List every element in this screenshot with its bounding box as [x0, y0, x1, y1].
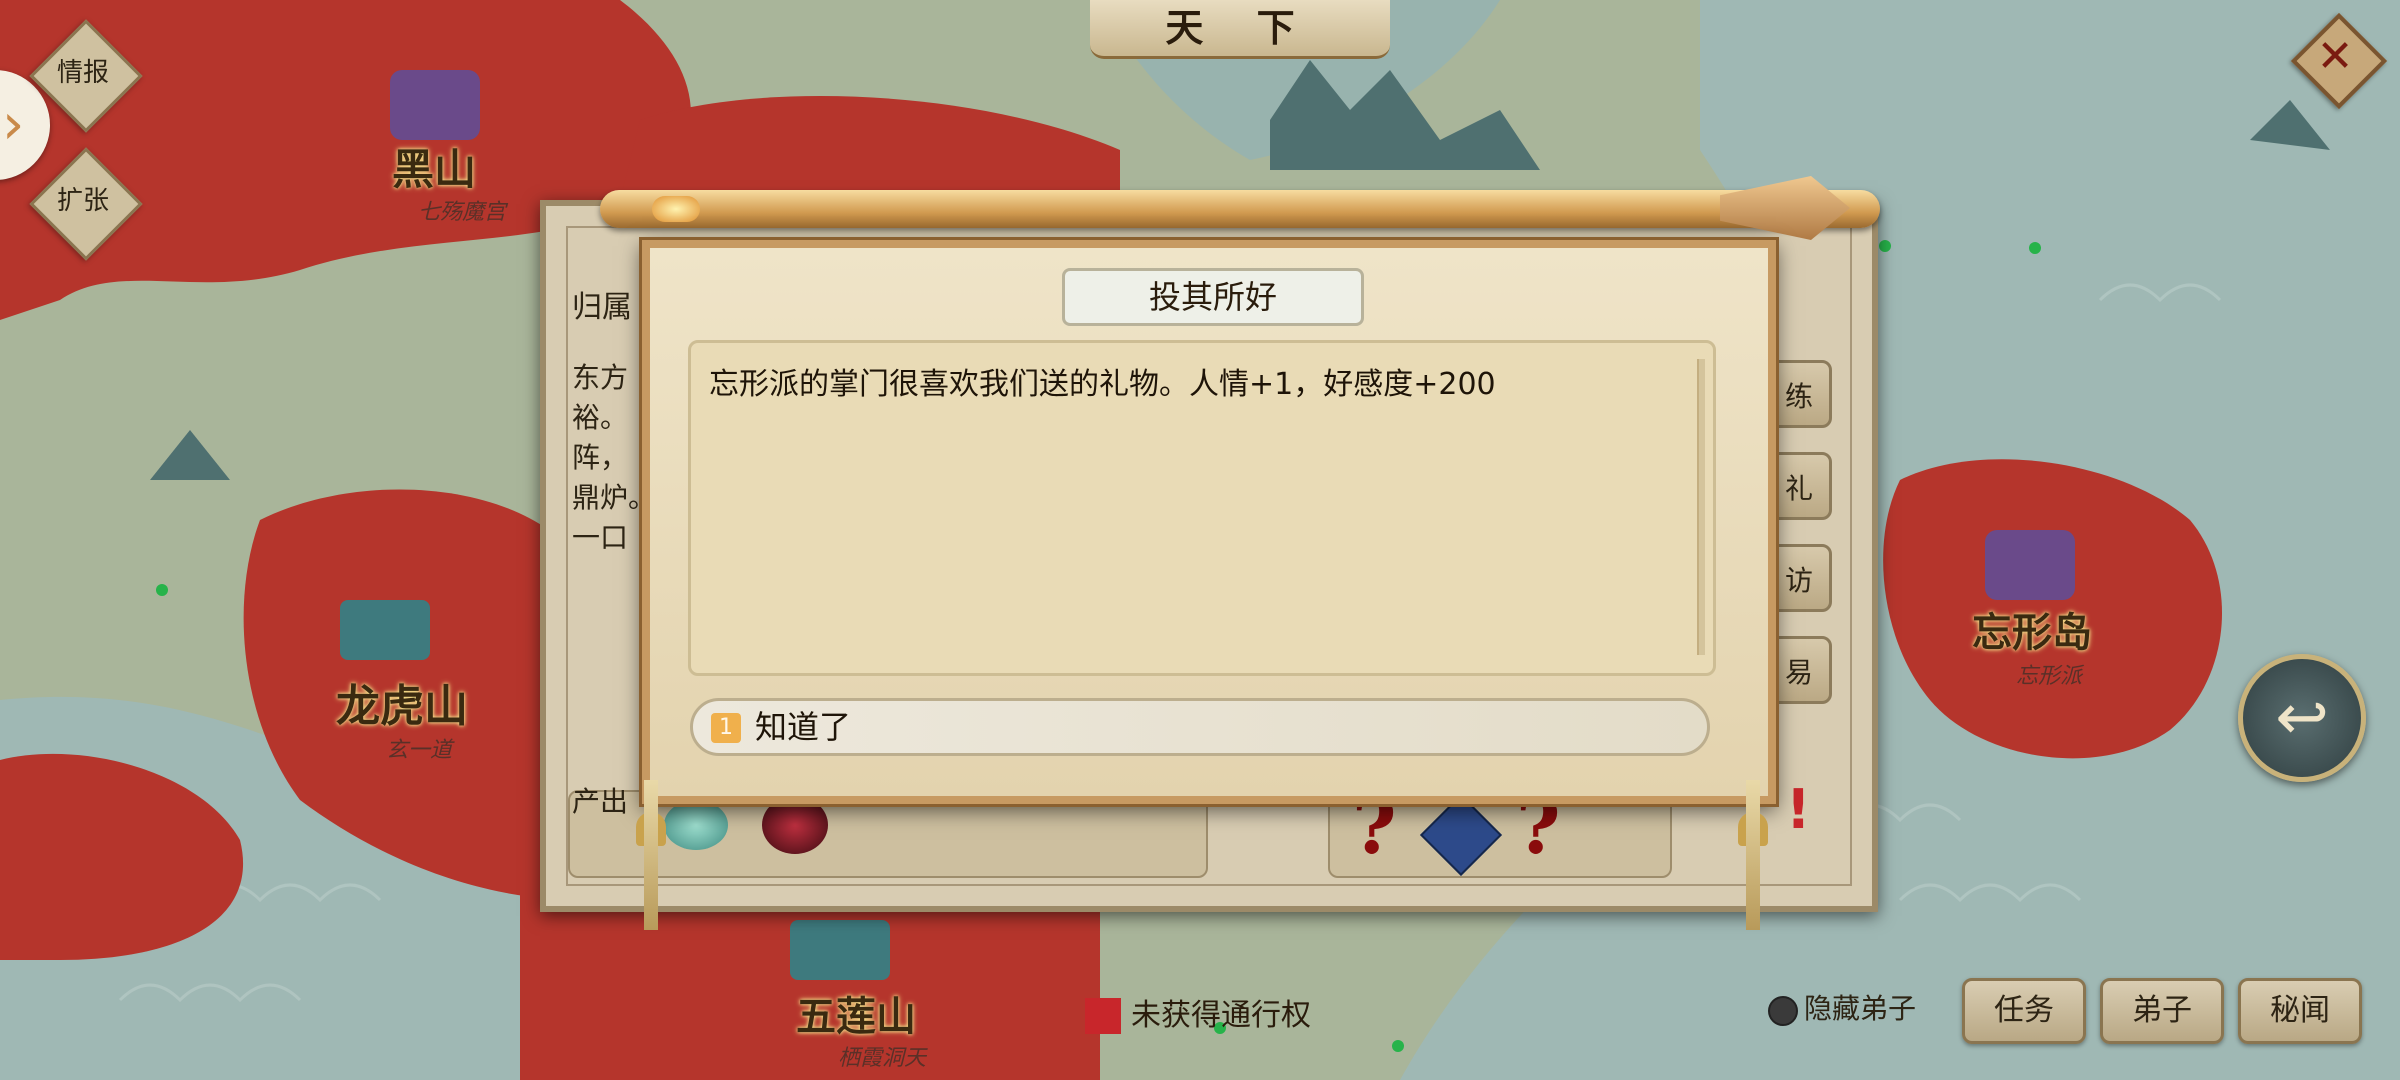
expand-label: 扩张: [56, 186, 109, 216]
dialog-option-acknowledge[interactable]: 1 知道了: [690, 698, 1710, 756]
scroll-rod: [600, 190, 1880, 228]
tassel-ornament: [1746, 780, 1760, 930]
disciple-button[interactable]: 弟子: [2100, 978, 2224, 1044]
intel-label: 情报: [56, 58, 109, 88]
desc-line-2: 裕。: [572, 401, 629, 434]
dialog-scrollbar[interactable]: [1697, 359, 1705, 655]
produce-label: 产出: [572, 785, 629, 818]
hide-disciples-toggle[interactable]: 隐藏弟子: [1762, 988, 1916, 1030]
return-button[interactable]: ↩: [2238, 654, 2366, 782]
red-stone-item-icon[interactable]: [762, 796, 828, 854]
no-pass-label: 未获得通行权: [1131, 998, 1311, 1033]
option-number-badge: 1: [711, 713, 741, 743]
jade-item-icon[interactable]: [664, 800, 728, 850]
region-name-wangxingdao[interactable]: 忘形岛: [1972, 600, 2092, 658]
chevron-right-icon: ›: [2, 92, 25, 157]
intel-button[interactable]: 情报: [28, 18, 143, 133]
option-label: 知道了: [755, 708, 852, 746]
hide-disciples-label: 隐藏弟子: [1804, 992, 1917, 1025]
belong-label: 归属: [572, 290, 632, 325]
region-sect-heishan: 七殇魔宫: [418, 200, 507, 225]
legend-swatch: [1085, 998, 1121, 1034]
expand-button[interactable]: 扩张: [28, 146, 143, 261]
desc-line-3: 阵，: [572, 441, 629, 474]
dialog-message: 忘形派的掌门很喜欢我们送的礼物。人情+1，好感度+200: [709, 367, 1496, 402]
close-icon: ✕: [2316, 31, 2354, 82]
region-sect-wulianshan: 栖霞洞天: [838, 1046, 927, 1071]
dialog-title: 投其所好: [1062, 268, 1364, 326]
event-dialog: 投其所好 忘形派的掌门很喜欢我们送的礼物。人情+1，好感度+200 1 知道了: [642, 240, 1776, 804]
dialog-message-box: 忘形派的掌门很喜欢我们送的礼物。人情+1，好感度+200: [688, 340, 1716, 676]
no-pass-legend: 未获得通行权: [1085, 996, 1311, 1036]
alert-icon: !: [1786, 778, 1811, 841]
region-name-heishan[interactable]: 黑山: [392, 136, 476, 197]
task-button[interactable]: 任务: [1962, 978, 2086, 1044]
return-arrow-icon: ↩: [2275, 681, 2329, 755]
region-name-wulianshan[interactable]: 五莲山: [796, 984, 916, 1042]
desc-line-5: 一口: [572, 521, 629, 554]
region-sect-wangxingdao: 忘形派: [2016, 664, 2083, 689]
toggle-radio: [1768, 996, 1798, 1026]
desc-line-1: 东方: [572, 361, 629, 394]
region-name-longhushan[interactable]: 龙虎山: [336, 670, 468, 734]
close-button[interactable]: ✕: [2290, 12, 2388, 110]
region-sect-longhushan: 玄一道: [386, 738, 453, 763]
scroll-gem: [652, 196, 700, 222]
map-title: 天 下: [1090, 0, 1390, 59]
tassel-ornament: [644, 780, 658, 930]
secrets-button[interactable]: 秘闻: [2238, 978, 2362, 1044]
